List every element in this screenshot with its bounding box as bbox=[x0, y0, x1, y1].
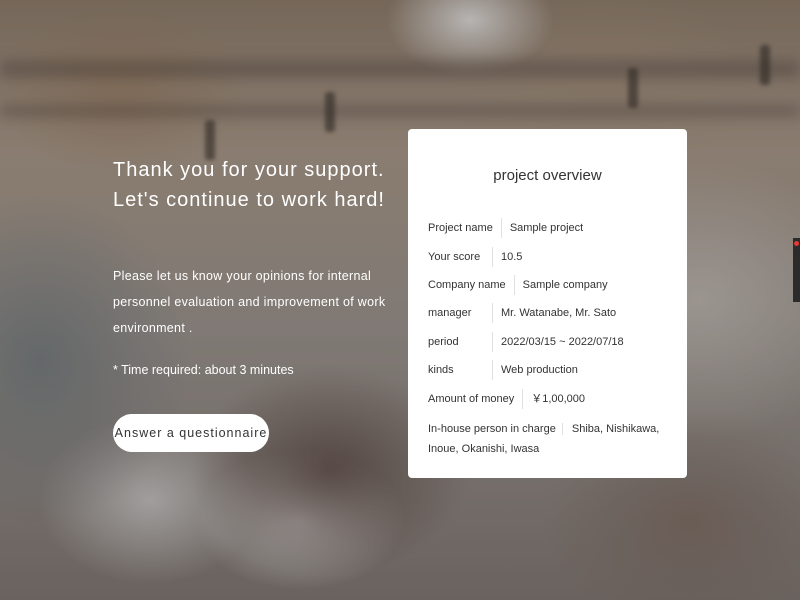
detail-row-period: period 2022/03/15 ~ 2022/07/18 bbox=[428, 328, 667, 356]
detail-row-amount: Amount of money ￥1,00,000 bbox=[428, 384, 667, 412]
detail-row-project-name: Project name Sample project bbox=[428, 214, 667, 242]
headline-line-1: Thank you for your support. bbox=[113, 159, 385, 181]
time-required-note: * Time required: about 3 minutes bbox=[113, 363, 294, 377]
hero-section: Thank you for your support. Let's contin… bbox=[113, 155, 403, 377]
detail-value: Mr. Watanabe, Mr. Sato bbox=[501, 307, 617, 320]
detail-label: Your score bbox=[428, 246, 493, 267]
detail-label: manager bbox=[428, 303, 493, 324]
detail-value: Sample project bbox=[509, 222, 584, 235]
detail-value: 10.5 bbox=[501, 250, 523, 263]
detail-row-kinds: kinds Web production bbox=[428, 356, 667, 384]
detail-label: Amount of money bbox=[428, 388, 524, 409]
detail-value: Sample company bbox=[522, 278, 608, 291]
detail-row-company-name: Company name Sample company bbox=[428, 271, 667, 299]
detail-label: In-house person in charge bbox=[428, 422, 563, 435]
detail-row-score: Your score 10.5 bbox=[428, 242, 667, 270]
screen-recorder-tab[interactable] bbox=[793, 238, 800, 302]
detail-row-person-in-charge: In-house person in charge Shiba, Nishika… bbox=[428, 419, 667, 459]
detail-value: ￥1,00,000 bbox=[531, 392, 586, 405]
headline-line-2: Let's continue to work hard! bbox=[113, 189, 385, 211]
detail-label: Project name bbox=[428, 218, 502, 239]
hero-description: Please let us know your opinions for int… bbox=[113, 269, 386, 335]
card-title: project overview bbox=[493, 167, 602, 184]
detail-label: Company name bbox=[428, 274, 515, 295]
project-overview-card: project overview Project name Sample pro… bbox=[408, 129, 687, 478]
answer-questionnaire-button[interactable]: Answer a questionnaire bbox=[113, 414, 269, 452]
project-details-list: Project name Sample project Your score 1… bbox=[428, 214, 667, 459]
detail-row-manager: manager Mr. Watanabe, Mr. Sato bbox=[428, 299, 667, 327]
record-dot-icon bbox=[794, 241, 799, 246]
detail-label: period bbox=[428, 331, 493, 352]
detail-label: kinds bbox=[428, 360, 493, 381]
detail-value: Web production bbox=[501, 364, 578, 377]
background-photo: Thank you for your support. Let's contin… bbox=[0, 0, 800, 600]
detail-value: 2022/03/15 ~ 2022/07/18 bbox=[501, 335, 624, 348]
page-headline: Thank you for your support. Let's contin… bbox=[113, 155, 403, 215]
